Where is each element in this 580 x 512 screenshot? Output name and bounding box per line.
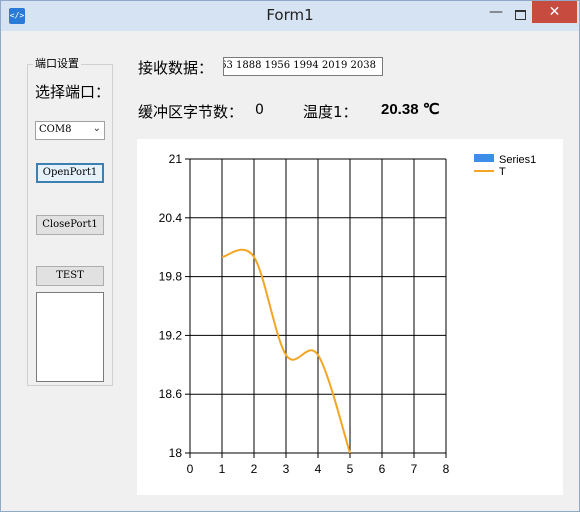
maximize-icon xyxy=(515,10,526,20)
chart-panel: 0 1 2 3 4 5 6 7 8 18 18.6 19.2 19.8 20.4 21 Series1 T xyxy=(137,139,563,495)
x-tick-label: 3 xyxy=(283,462,290,476)
y-tick-label: 18.6 xyxy=(159,387,183,401)
title-bar[interactable]: </> Form1 — ✕ xyxy=(1,1,579,31)
select-port-label: 选择端口： xyxy=(35,83,111,101)
port-settings-title: 端口设置 xyxy=(33,55,81,71)
y-tick-label: 19.8 xyxy=(159,270,183,284)
receive-data-field[interactable]: 63 1888 1956 1994 2019 2038 xyxy=(223,57,383,76)
y-tick-label: 19.2 xyxy=(159,328,183,342)
x-tick-label: 1 xyxy=(219,462,226,476)
close-button[interactable]: ✕ xyxy=(532,1,577,23)
x-tick-label: 7 xyxy=(411,462,418,476)
minimize-button[interactable]: — xyxy=(484,3,508,25)
maximize-button[interactable] xyxy=(508,3,532,25)
legend-swatch-series1 xyxy=(474,154,494,162)
test-button[interactable]: TEST xyxy=(36,266,104,286)
x-tick-label: 4 xyxy=(315,462,322,476)
legend-label: T xyxy=(499,166,506,178)
temperature-chart: 0 1 2 3 4 5 6 7 8 18 18.6 19.2 19.8 20.4 21 Series1T xyxy=(159,152,537,476)
port-combobox[interactable]: COM8 ⌄ xyxy=(35,121,105,140)
buffer-bytes-value: 0 xyxy=(255,102,264,118)
chevron-down-icon[interactable]: ⌄ xyxy=(93,123,101,134)
open-port-button[interactable]: OpenPort1 xyxy=(36,163,104,183)
y-tick-label: 21 xyxy=(169,152,183,166)
log-textbox[interactable] xyxy=(36,292,104,382)
temperature-label: 温度1： xyxy=(303,103,358,121)
receive-data-value: 63 1888 1956 1994 2019 2038 xyxy=(223,60,376,71)
y-tick-label: 20.4 xyxy=(159,211,183,225)
y-tick-label: 18 xyxy=(169,446,183,460)
buffer-bytes-label: 缓冲区字节数： xyxy=(138,103,244,121)
close-port-button[interactable]: ClosePort1 xyxy=(36,215,104,235)
x-tick-label: 0 xyxy=(187,462,194,476)
temperature-value: 20.38 ℃ xyxy=(381,101,440,118)
port-combobox-value: COM8 xyxy=(39,124,72,135)
x-tick-label: 5 xyxy=(347,462,354,476)
x-tick-label: 6 xyxy=(379,462,386,476)
x-tick-label: 8 xyxy=(443,462,450,476)
x-tick-label: 2 xyxy=(251,462,258,476)
receive-data-label: 接收数据： xyxy=(138,59,214,77)
main-window: </> Form1 — ✕ 端口设置 选择端口： COM8 ⌄ OpenPort… xyxy=(0,0,580,512)
legend-label: Series1 xyxy=(499,154,536,166)
